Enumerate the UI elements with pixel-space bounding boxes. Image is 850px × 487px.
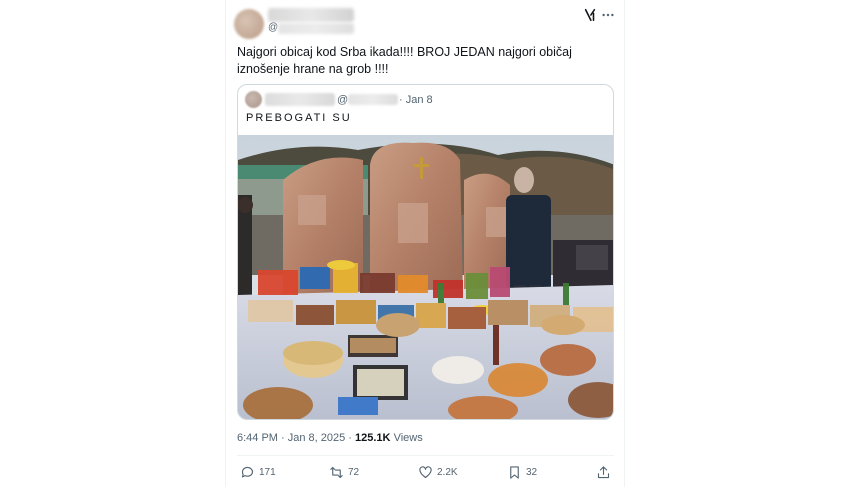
repost-button[interactable]: 72 (329, 464, 359, 480)
reply-button[interactable]: 171 (240, 464, 276, 480)
quoted-tweet[interactable]: @ · Jan 8 PREBOGATI SU (237, 84, 614, 420)
action-divider (237, 455, 614, 456)
more-icon[interactable] (601, 8, 615, 22)
quoted-handle-redacted[interactable] (348, 94, 398, 105)
quoted-handle-prefix: @ (337, 94, 349, 106)
author-name-redacted[interactable] (268, 8, 354, 22)
quoted-author-name-redacted[interactable] (265, 93, 335, 106)
views-count: 125.1K (355, 432, 391, 444)
quoted-text: PREBOGATI SU (246, 112, 352, 124)
reply-icon (241, 466, 254, 477)
bookmark-count: 32 (526, 466, 538, 478)
tweet-timestamp[interactable]: 6:44 PM · Jan 8, 2025 · 125.1K Views (237, 432, 423, 444)
quoted-photo[interactable] (238, 135, 613, 419)
quoted-author-avatar[interactable] (245, 91, 262, 108)
author-handle-redacted[interactable] (278, 23, 354, 34)
repost-icon (330, 466, 343, 478)
like-icon (419, 465, 432, 478)
like-count: 2.2K (437, 466, 458, 478)
bookmark-icon (510, 465, 519, 479)
reply-count: 171 (259, 466, 276, 478)
share-button[interactable] (596, 464, 611, 480)
tweet-text: Najgori obicaj kod Srba ikada!!!! BROJ J… (237, 45, 572, 76)
quoted-date[interactable]: · Jan 8 (399, 94, 433, 106)
views-label: Views (393, 432, 423, 444)
bookmark-button[interactable]: 32 (507, 464, 537, 480)
repost-count: 72 (348, 466, 360, 478)
grok-icon[interactable] (583, 8, 597, 22)
like-button[interactable]: 2.2K (418, 464, 458, 480)
share-icon (597, 465, 610, 478)
timestamp-text[interactable]: 6:44 PM · Jan 8, 2025 · (237, 432, 355, 444)
author-avatar[interactable] (234, 9, 264, 39)
author-handle-prefix: @ (268, 22, 279, 33)
